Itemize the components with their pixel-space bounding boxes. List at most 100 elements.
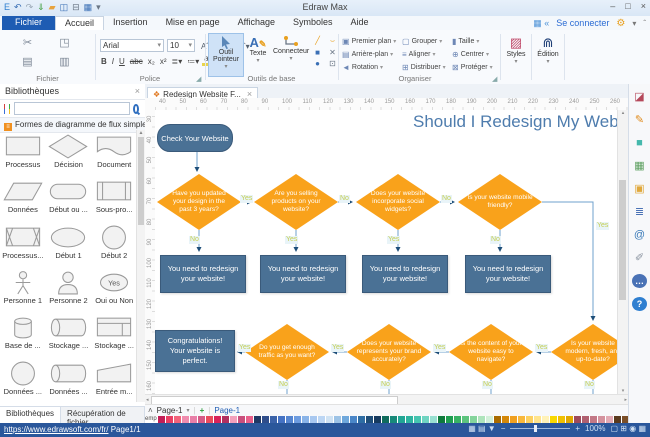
police-dialog-launcher[interactable]: ◢ bbox=[196, 75, 201, 83]
styles-button[interactable]: ▨ Styles ▾ bbox=[503, 33, 529, 75]
color-swatch[interactable] bbox=[461, 415, 469, 423]
superscript-button[interactable]: x² bbox=[158, 57, 169, 66]
bold-button[interactable]: B bbox=[99, 57, 109, 66]
color-swatch[interactable] bbox=[285, 415, 293, 423]
color-swatch[interactable] bbox=[365, 415, 373, 423]
page-tab-page1[interactable]: Page-1 bbox=[214, 406, 240, 415]
diagram-title[interactable]: Should I Redesign My Website bbox=[413, 112, 628, 132]
close-button[interactable]: × bbox=[641, 1, 646, 11]
color-swatch[interactable] bbox=[573, 415, 581, 423]
shape-person2[interactable]: Personne 2 bbox=[46, 266, 92, 311]
color-swatch[interactable] bbox=[277, 415, 285, 423]
color-swatch[interactable] bbox=[293, 415, 301, 423]
shape-yesoval[interactable]: Yes Oui ou Non bbox=[91, 266, 137, 311]
color-swatch[interactable] bbox=[509, 415, 517, 423]
hyperlink-icon[interactable]: @ bbox=[632, 228, 647, 242]
color-swatch[interactable] bbox=[221, 415, 229, 423]
color-swatch[interactable] bbox=[349, 415, 357, 423]
minimize-button[interactable]: – bbox=[610, 1, 615, 11]
paste-icon[interactable]: ▤ bbox=[22, 55, 32, 68]
color-swatch[interactable] bbox=[261, 415, 269, 423]
shape-internal[interactable]: Processus... bbox=[0, 221, 46, 266]
shape-stored[interactable]: Stockage ... bbox=[91, 311, 137, 356]
draw-shape-icon-0[interactable]: ╱ bbox=[315, 36, 320, 46]
color-swatch[interactable] bbox=[485, 415, 493, 423]
color-swatch[interactable] bbox=[397, 415, 405, 423]
color-swatch[interactable] bbox=[317, 415, 325, 423]
draw-shape-icon-5[interactable]: ⊡ bbox=[329, 59, 336, 68]
page-select[interactable]: Page-1 bbox=[157, 406, 183, 415]
redesign-node-4[interactable]: You need to redesign your website! bbox=[465, 255, 551, 293]
menu-tab-accueil[interactable]: Accueil bbox=[55, 16, 105, 30]
edrawsoft-link[interactable]: https://www.edrawsoft.com/fr/ bbox=[4, 425, 108, 434]
menu-tab-insertion[interactable]: Insertion bbox=[104, 16, 157, 30]
menu-tab-symboles[interactable]: Symboles bbox=[284, 16, 342, 30]
shape-circle[interactable]: Début 2 bbox=[91, 221, 137, 266]
add-page-button[interactable]: + bbox=[200, 406, 205, 415]
shape-manual[interactable]: Entrée m... bbox=[91, 357, 137, 402]
organiser-arrière-plan[interactable]: ▤ Arrière-plan ▾ bbox=[342, 48, 400, 61]
organiser-taille[interactable]: ▮ Taille ▾ bbox=[452, 35, 496, 48]
tab-recuperation[interactable]: Récupération de fichier bbox=[61, 407, 145, 427]
color-swatch[interactable] bbox=[501, 415, 509, 423]
color-swatch[interactable] bbox=[205, 415, 213, 423]
gear-dropdown-icon[interactable]: ▾ bbox=[632, 19, 636, 28]
draw-shape-icon-3[interactable]: ✕ bbox=[329, 48, 336, 57]
connector-tool-button[interactable]: Connecteur ▾ bbox=[273, 33, 309, 75]
notes-icon[interactable]: ≣ bbox=[632, 205, 647, 219]
vertical-scrollbar[interactable]: ▴ ▾ bbox=[617, 110, 628, 394]
copy-pages-icon[interactable]: ▣ bbox=[632, 182, 647, 196]
collapse-ribbon-icon[interactable]: ˆ bbox=[643, 19, 646, 28]
organiser-distribuer[interactable]: ⊞ Distribuer ▾ bbox=[402, 61, 450, 74]
font-family-select[interactable]: Arial ▾ bbox=[100, 38, 164, 52]
shape-subprocess[interactable]: Sous-pro... bbox=[91, 175, 137, 220]
color-swatch[interactable] bbox=[301, 415, 309, 423]
snapshot-icon[interactable]: ▦ bbox=[533, 18, 544, 28]
statusbar-fit-icon-0[interactable]: ▢ bbox=[611, 424, 621, 433]
organiser-rotation[interactable]: ◄ Rotation ▾ bbox=[342, 61, 400, 74]
pointer-tool-button[interactable]: Outil Pointeur ▾ bbox=[208, 33, 244, 77]
shape-cylv[interactable]: Base de ... bbox=[0, 311, 46, 356]
draw-shape-icon-2[interactable]: ■ bbox=[315, 48, 320, 57]
tab-bibliotheques[interactable]: Bibliothèques bbox=[0, 407, 62, 423]
zoom-level[interactable]: 100% bbox=[585, 424, 605, 433]
search-icon[interactable] bbox=[133, 103, 139, 114]
color-swatch[interactable] bbox=[533, 415, 541, 423]
draw-shape-icon-1[interactable]: ⌣ bbox=[330, 36, 335, 46]
color-swatch[interactable] bbox=[589, 415, 597, 423]
theme-icon[interactable]: ◪ bbox=[632, 90, 647, 104]
color-swatch[interactable] bbox=[245, 415, 253, 423]
page-select-dropdown-icon[interactable]: ▾ bbox=[186, 407, 189, 414]
font-size-select[interactable]: 10 ▾ bbox=[167, 38, 195, 52]
format-painter-icon[interactable]: ◳ bbox=[59, 36, 69, 49]
color-swatch[interactable] bbox=[157, 415, 165, 423]
congrats-node[interactable]: Congratulations! Your website is perfect… bbox=[155, 330, 235, 372]
color-swatch[interactable] bbox=[309, 415, 317, 423]
color-swatch[interactable] bbox=[597, 415, 605, 423]
color-swatch[interactable] bbox=[229, 415, 237, 423]
shape-document[interactable]: Document bbox=[91, 130, 137, 175]
paste-special-icon[interactable]: ▥ bbox=[59, 55, 69, 68]
color-swatch[interactable] bbox=[549, 415, 557, 423]
color-swatch[interactable] bbox=[421, 415, 429, 423]
color-swatch[interactable] bbox=[413, 415, 421, 423]
menu-tab-affichage[interactable]: Affichage bbox=[229, 16, 284, 30]
shape-circle[interactable]: Données ... bbox=[0, 357, 46, 402]
pen-style-icon[interactable]: ✎ bbox=[632, 113, 647, 127]
color-swatch[interactable] bbox=[341, 415, 349, 423]
shape-parallelogram[interactable]: Données bbox=[0, 175, 46, 220]
list-button[interactable]: ≔▾ bbox=[185, 57, 201, 66]
library-grid-icon[interactable] bbox=[4, 103, 6, 109]
color-swatch[interactable] bbox=[197, 415, 205, 423]
share-icon[interactable]: « bbox=[544, 18, 549, 28]
color-swatch[interactable] bbox=[445, 415, 453, 423]
color-swatch[interactable] bbox=[525, 415, 533, 423]
organiser-premier-plan[interactable]: ▣ Premier plan ▾ bbox=[342, 35, 400, 48]
shape-rect[interactable]: Processus bbox=[0, 130, 46, 175]
settings-gear-icon[interactable]: ⚙ bbox=[616, 18, 625, 29]
italic-button[interactable]: I bbox=[110, 57, 116, 66]
color-swatch[interactable] bbox=[213, 415, 221, 423]
statusbar-fit-icon-1[interactable]: ⊞ bbox=[620, 424, 629, 433]
help-icon[interactable]: ? bbox=[632, 297, 647, 311]
text-tool-button[interactable]: A✎ Texte ▾ bbox=[245, 33, 271, 75]
